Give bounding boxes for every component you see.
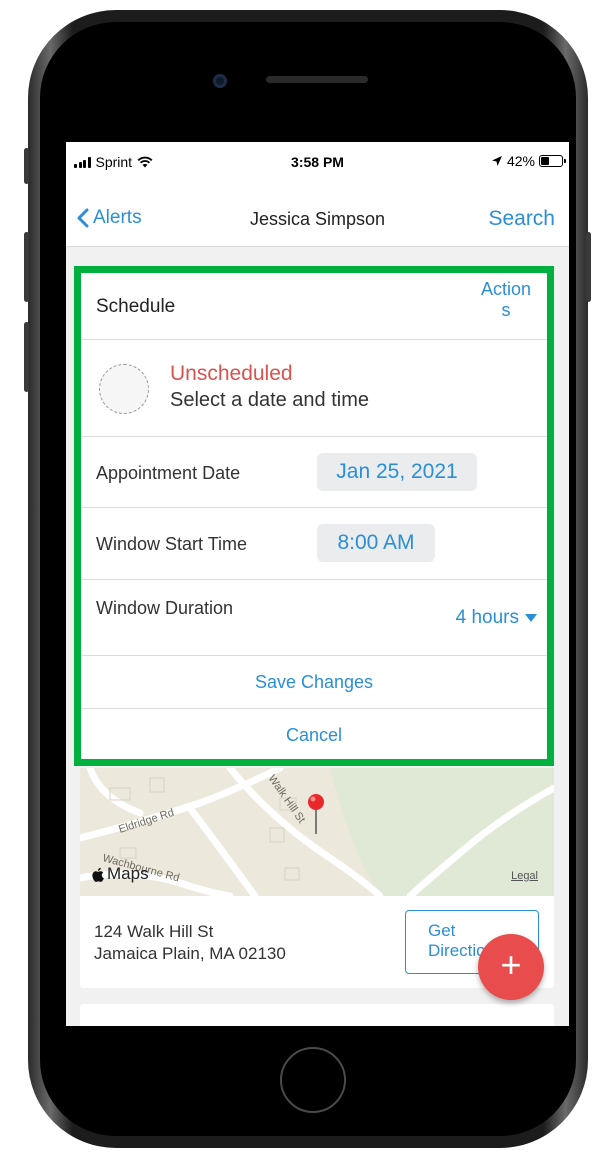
status-label: Unscheduled xyxy=(170,362,293,385)
search-button[interactable]: Search xyxy=(488,207,555,231)
legal-link[interactable]: Legal xyxy=(511,870,538,882)
window-duration-select[interactable]: 4 hours xyxy=(456,607,537,629)
battery-tip xyxy=(564,159,566,163)
schedule-card: Schedule Action s Unscheduled Select a d… xyxy=(74,266,554,766)
window-duration-value: 4 hours xyxy=(455,607,519,628)
caret-down-icon xyxy=(525,614,537,622)
map-view[interactable]: Eldridge Rd Walk Hill St Wachbourne Rd M… xyxy=(80,768,554,896)
address-line1: 124 Walk Hill St xyxy=(94,922,214,941)
back-label: Alerts xyxy=(93,207,142,228)
actions-label-line2: s xyxy=(501,300,511,320)
window-start-label: Window Start Time xyxy=(96,534,248,554)
appointment-date-row: Appointment Date Jan 25, 2021 xyxy=(81,437,547,508)
maps-logo: Maps xyxy=(92,864,149,884)
window-duration-row: Window Duration 4 hours xyxy=(81,580,547,656)
home-button[interactable] xyxy=(280,1047,346,1113)
mute-switch xyxy=(24,148,29,184)
nav-bar: Alerts Jessica Simpson Search xyxy=(66,182,569,247)
job-description-card xyxy=(80,1004,554,1026)
earpiece-speaker xyxy=(266,76,368,83)
status-bar: Sprint 3:58 PM 42% xyxy=(66,142,569,182)
battery-icon xyxy=(539,155,566,167)
schedule-title: Schedule xyxy=(96,296,176,317)
actions-button[interactable]: Action s xyxy=(477,279,535,321)
maps-label: Maps xyxy=(107,864,149,883)
battery-fill xyxy=(541,157,550,165)
map-graphic: Eldridge Rd Walk Hill St Wachbourne Rd xyxy=(80,768,554,896)
chevron-left-icon xyxy=(77,208,89,228)
window-start-row: Window Start Time 8:00 AM xyxy=(81,508,547,580)
appointment-date-label: Appointment Date xyxy=(96,463,241,483)
status-right: 42% xyxy=(491,153,566,169)
address-line2: Jamaica Plain, MA 02130 xyxy=(94,944,286,963)
unscheduled-status-icon xyxy=(99,364,149,414)
window-start-picker[interactable]: 8:00 AM xyxy=(317,524,435,562)
add-button[interactable]: + xyxy=(478,934,544,1000)
battery-percent: 42% xyxy=(506,153,535,169)
window-duration-label: Window Duration xyxy=(96,598,234,618)
front-camera xyxy=(213,74,227,88)
actions-label-line1: Action xyxy=(480,279,532,299)
location-arrow-icon xyxy=(491,156,502,166)
appointment-date-picker[interactable]: Jan 25, 2021 xyxy=(317,453,477,491)
address: 124 Walk Hill St Jamaica Plain, MA 02130 xyxy=(94,921,286,965)
screen: Sprint 3:58 PM 42% Alerts Jessica Simpso… xyxy=(66,142,569,1026)
cancel-button[interactable]: Cancel xyxy=(81,709,547,761)
status-hint: Select a date and time xyxy=(170,389,370,411)
apple-logo-icon xyxy=(92,867,104,882)
schedule-status: Unscheduled Select a date and time xyxy=(81,340,547,437)
save-changes-button[interactable]: Save Changes xyxy=(81,656,547,709)
schedule-header: Schedule Action s xyxy=(81,273,547,340)
power-button xyxy=(586,232,591,302)
volume-up-button xyxy=(24,232,29,302)
back-button[interactable]: Alerts xyxy=(76,207,142,229)
volume-down-button xyxy=(24,322,29,392)
